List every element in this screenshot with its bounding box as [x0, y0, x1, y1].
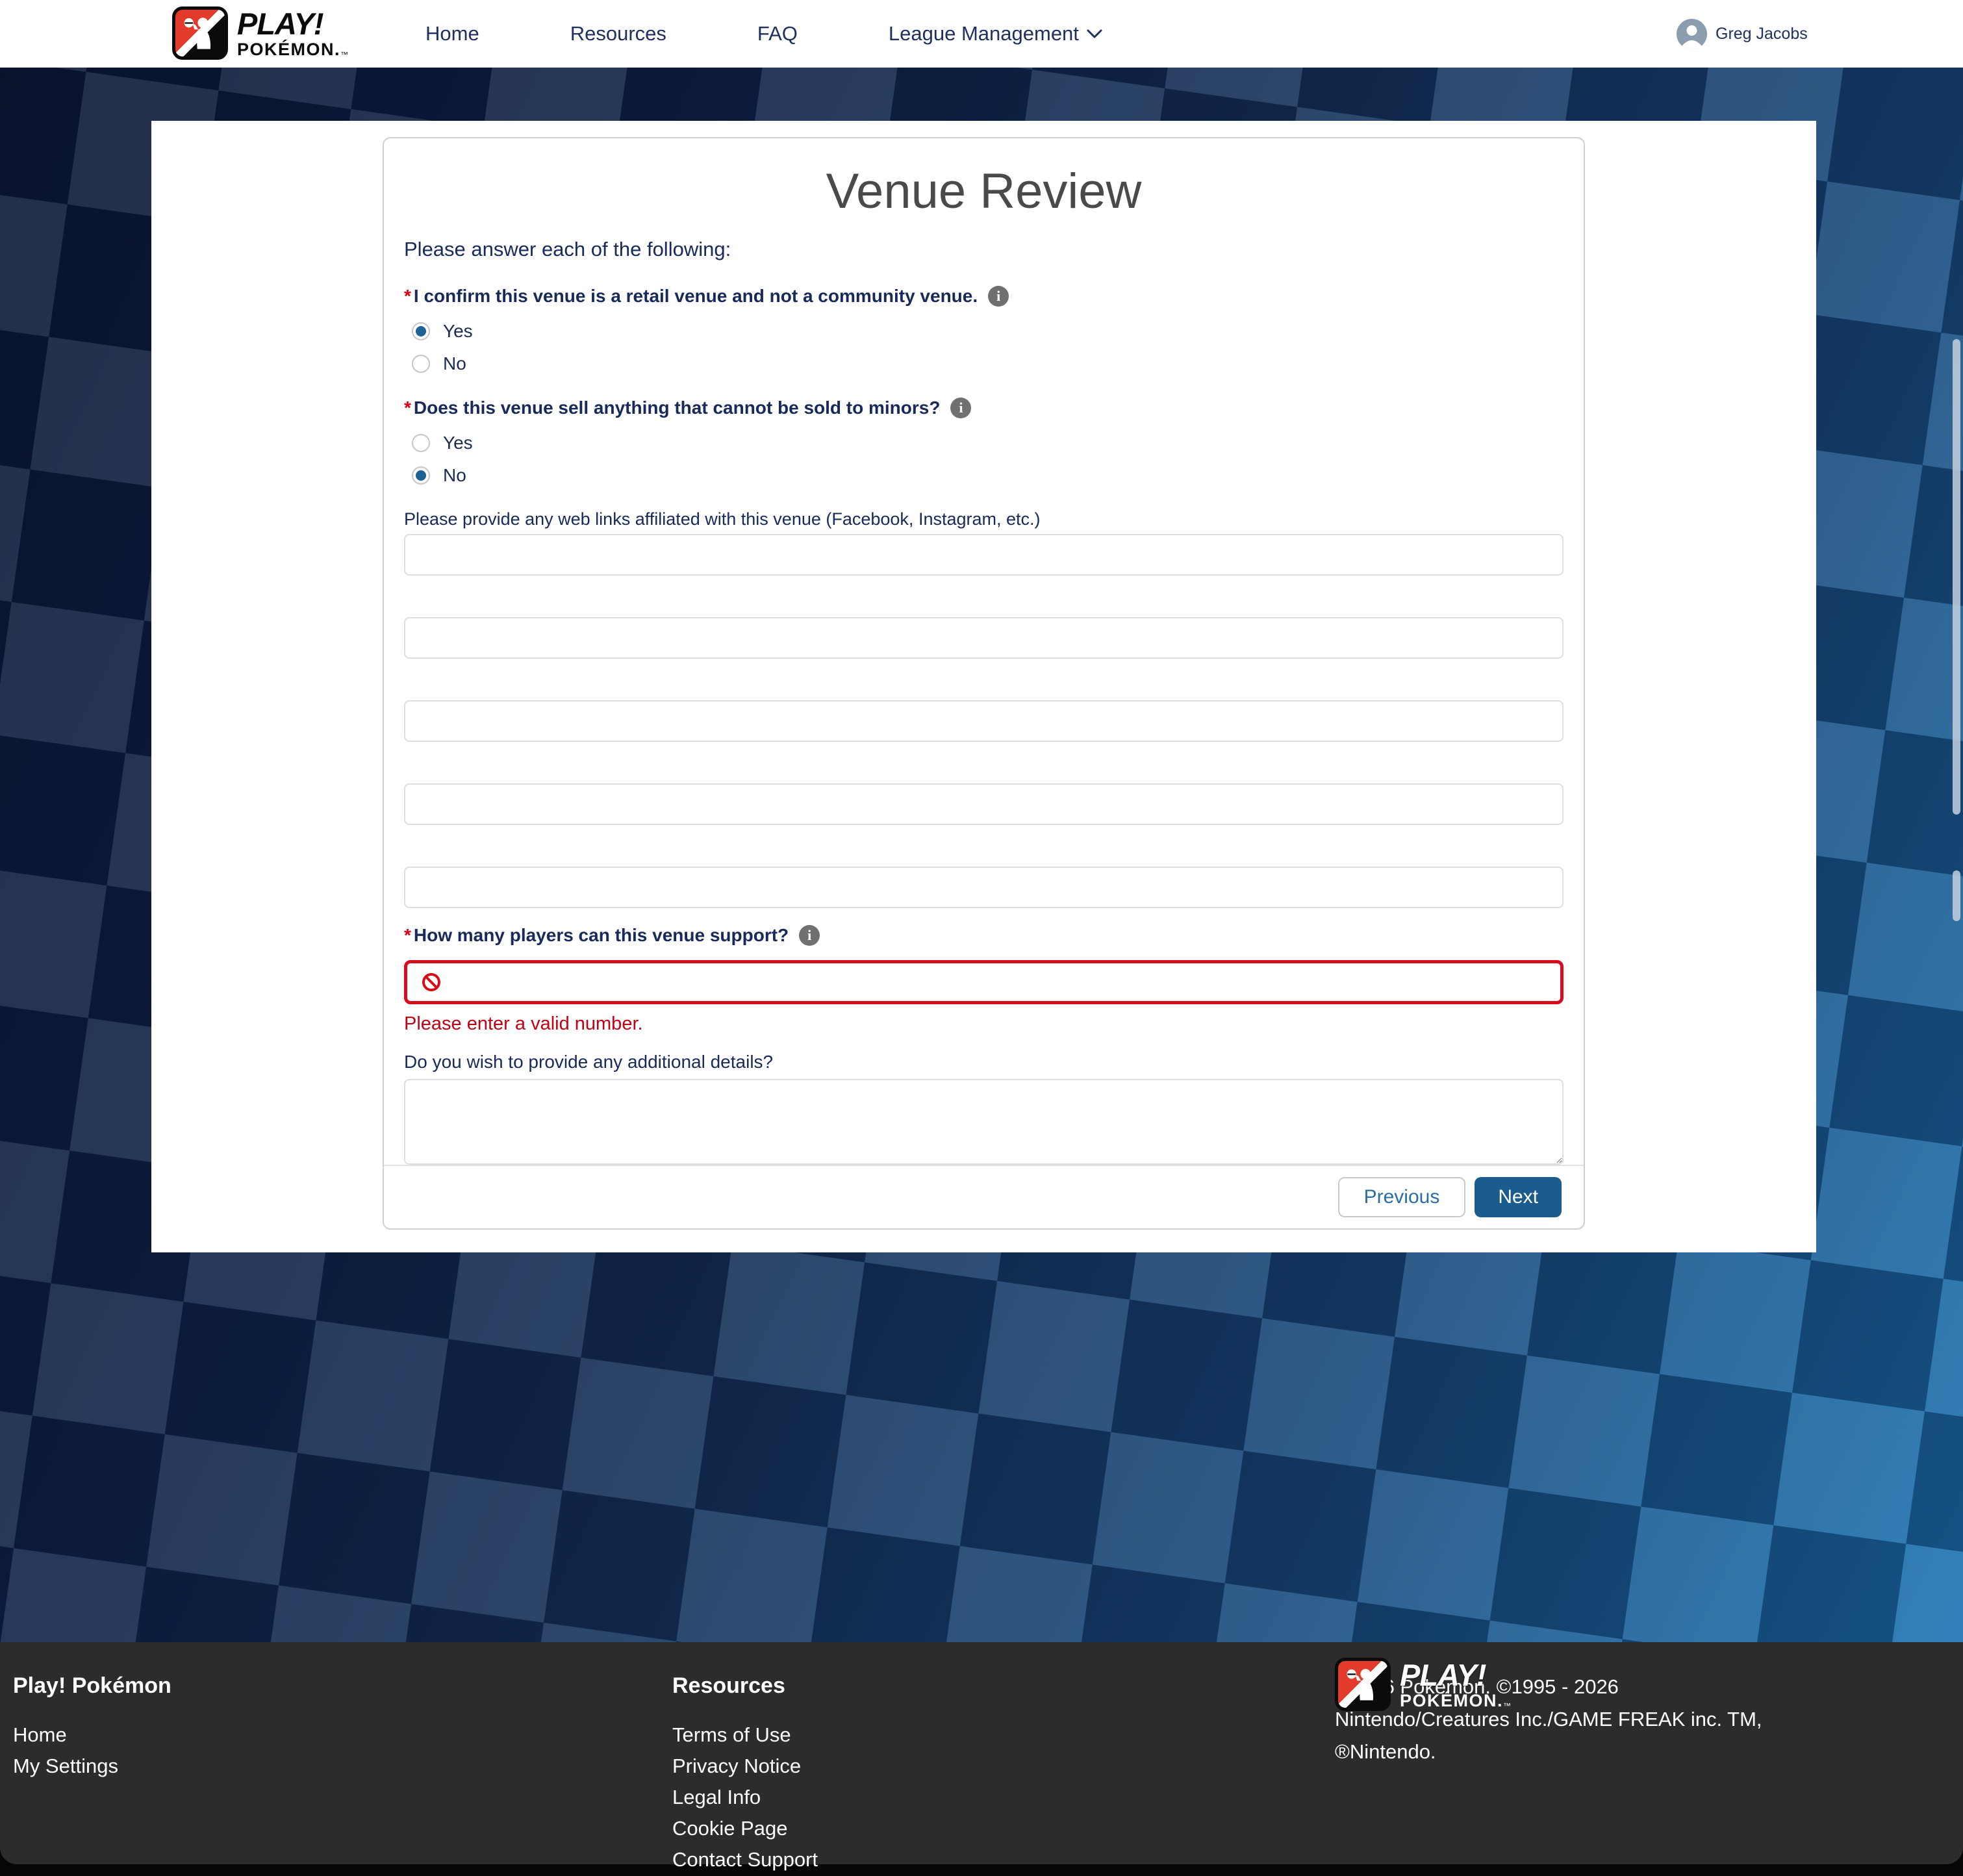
details-label: Do you wish to provide any additional de… [404, 1052, 1564, 1072]
logo-play-text: PLAY! [237, 8, 349, 39]
radio-button-icon [412, 322, 430, 340]
footer-column-play-pokemon: Play! Pokémon Home My Settings [13, 1673, 171, 1782]
nav-link-resources[interactable]: Resources [570, 22, 666, 45]
footer-wrapper: Play! Pokémon Home My Settings Resources… [0, 1642, 1963, 1876]
page-footer: Play! Pokémon Home My Settings Resources… [0, 1642, 1963, 1864]
web-link-input-1[interactable] [404, 534, 1564, 576]
web-link-input-4[interactable] [404, 783, 1564, 825]
trademark-symbol: ™ [340, 50, 349, 59]
footer-heading: Play! Pokémon [13, 1673, 171, 1699]
radio-option-no[interactable]: No [412, 353, 1564, 374]
top-navbar: PLAY! POKÉMON.™ Home Resources FAQ Leagu… [0, 0, 1963, 68]
logo-text: PLAY! POKÉMON.™ [237, 8, 349, 58]
footer-link-cookie-page[interactable]: Cookie Page [672, 1813, 818, 1844]
trainer-silhouette-icon [175, 10, 225, 57]
footer-link-privacy-notice[interactable]: Privacy Notice [672, 1751, 818, 1782]
web-link-input-2[interactable] [404, 617, 1564, 659]
page-title: Venue Review [404, 162, 1564, 221]
scrollbar-thumb-fragment[interactable] [1953, 870, 1960, 921]
details-textarea[interactable] [404, 1079, 1564, 1165]
play-pokemon-logo[interactable]: PLAY! POKÉMON.™ [172, 6, 349, 60]
next-button[interactable]: Next [1475, 1177, 1562, 1217]
scrollbar-thumb[interactable] [1953, 339, 1960, 815]
play-pokemon-badge-icon [172, 6, 228, 60]
nav-link-home[interactable]: Home [425, 22, 479, 45]
info-icon[interactable]: i [950, 398, 971, 418]
players-error-message: Please enter a valid number. [404, 1013, 1564, 1035]
question-sell-minors-options: Yes No [404, 433, 1564, 486]
radio-button-icon [412, 355, 430, 373]
footer-link-my-settings[interactable]: My Settings [13, 1751, 171, 1782]
logo-pokemon-text: POKÉMON.™ [1400, 1692, 1512, 1710]
main-navigation: Home Resources FAQ League Management [425, 0, 1102, 68]
previous-button[interactable]: Previous [1338, 1177, 1466, 1217]
trainer-silhouette-icon [1338, 1661, 1387, 1708]
required-asterisk: * [404, 925, 411, 946]
form-actions: Previous Next [384, 1165, 1584, 1228]
logo-play-text: PLAY! [1400, 1660, 1512, 1690]
question-retail-venue-options: Yes No [404, 321, 1564, 374]
radio-button-icon [412, 466, 430, 485]
venue-review-form: Venue Review Please answer each of the f… [384, 138, 1584, 1165]
footer-link-legal-info[interactable]: Legal Info [672, 1782, 818, 1813]
required-asterisk: * [404, 398, 411, 418]
chevron-down-icon [1087, 29, 1102, 39]
required-asterisk: * [404, 286, 411, 307]
radio-button-icon [412, 434, 430, 452]
web-link-input-3[interactable] [404, 700, 1564, 742]
info-icon[interactable]: i [799, 925, 820, 946]
play-pokemon-badge-icon [1335, 1658, 1391, 1711]
footer-heading: Resources [672, 1673, 818, 1699]
footer-link-contact-support[interactable]: Contact Support [672, 1844, 818, 1875]
user-avatar-icon [1677, 19, 1707, 49]
question-sell-minors-label: * Does this venue sell anything that can… [404, 398, 1564, 418]
radio-option-yes[interactable]: Yes [412, 433, 1564, 453]
radio-option-no[interactable]: No [412, 465, 1564, 486]
nav-link-faq[interactable]: FAQ [757, 22, 798, 45]
footer-play-pokemon-logo: PLAY! POKÉMON.™ [1335, 1658, 1512, 1711]
footer-link-home[interactable]: Home [13, 1719, 171, 1751]
weblinks-label: Please provide any web links affiliated … [404, 509, 1564, 529]
user-name: Greg Jacobs [1716, 25, 1808, 44]
logo-pokemon-text: POKÉMON.™ [237, 41, 349, 58]
main-content-panel: Venue Review Please answer each of the f… [151, 121, 1816, 1252]
question-players-label: * How many players can this venue suppor… [404, 925, 1564, 946]
prohibited-icon [422, 972, 441, 992]
logo-text: PLAY! POKÉMON.™ [1400, 1660, 1512, 1710]
venue-review-card: Venue Review Please answer each of the f… [383, 137, 1585, 1230]
footer-column-resources: Resources Terms of Use Privacy Notice Le… [672, 1673, 818, 1875]
user-menu[interactable]: Greg Jacobs [1677, 0, 1808, 68]
footer-column-legal: PLAY! POKÉMON.™ ©2026 Pokémon. ©1995 - 2… [1335, 1658, 1803, 1768]
players-count-input[interactable] [404, 960, 1564, 1004]
trademark-symbol: ™ [1503, 1701, 1512, 1710]
web-link-input-5[interactable] [404, 867, 1564, 908]
nav-link-league-management[interactable]: League Management [889, 22, 1102, 45]
info-icon[interactable]: i [988, 286, 1009, 307]
radio-option-yes[interactable]: Yes [412, 321, 1564, 342]
footer-link-terms-of-use[interactable]: Terms of Use [672, 1719, 818, 1751]
form-intro-text: Please answer each of the following: [404, 238, 1564, 261]
question-retail-venue-label: * I confirm this venue is a retail venue… [404, 286, 1564, 307]
